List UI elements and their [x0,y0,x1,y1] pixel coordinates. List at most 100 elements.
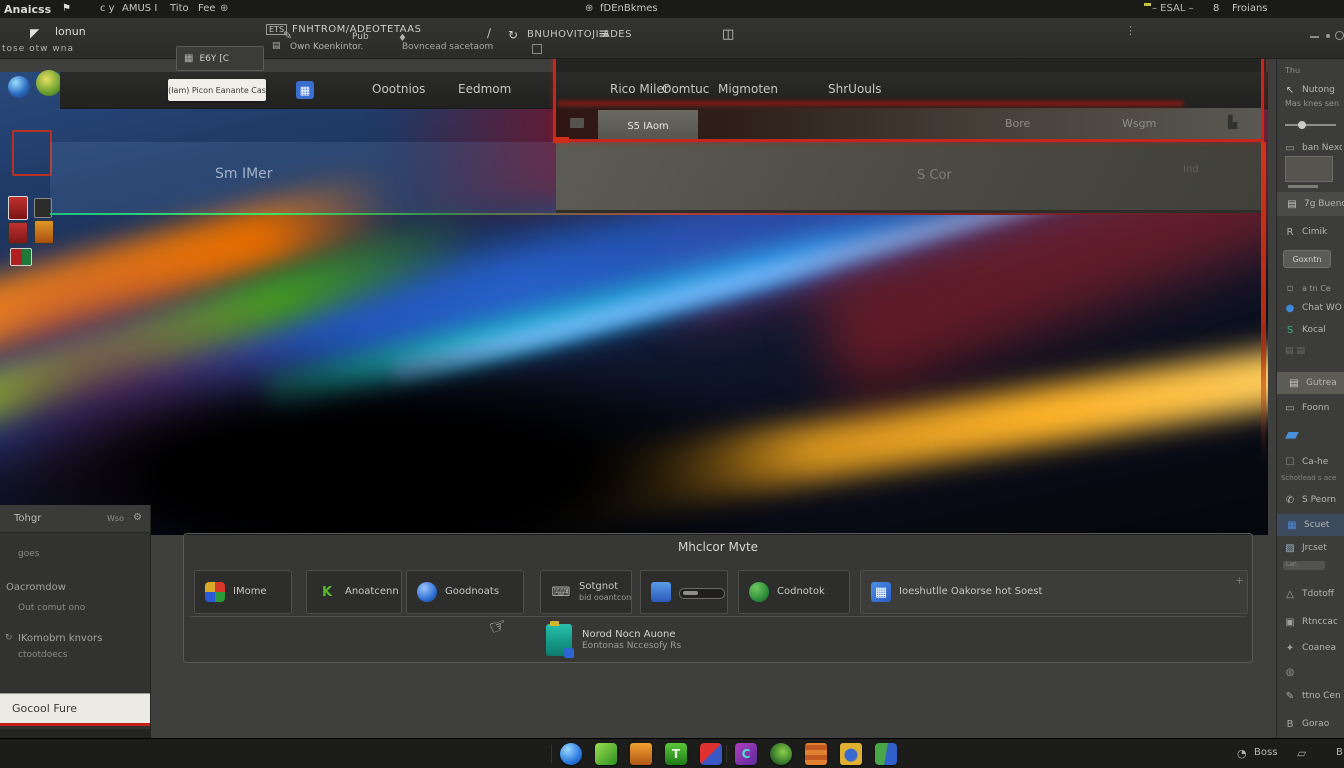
window-menu-item[interactable]: Eedmom [458,82,511,96]
sidebar-item[interactable]: ▦ Scuet [1277,514,1344,536]
sidebar-item-label: Schotlead s ace [1281,474,1336,482]
window-app-icon[interactable]: ▦ [296,81,314,99]
desktop-icon-orb-blue[interactable] [8,76,30,98]
checkbox-icon[interactable] [532,44,542,54]
sidebar-item[interactable]: △ Tdotoff [1283,584,1342,604]
left-panel-item[interactable]: goes [18,549,39,559]
desktop-icon-card-red2[interactable] [8,222,28,244]
overlay-app-card[interactable] [640,570,728,614]
sidebar-item[interactable] [1285,120,1336,130]
sidebar-item-icon: B [1283,719,1297,730]
sidebar-item[interactable]: Thu [1285,66,1300,75]
sidebar-item[interactable]: R Cimik [1283,222,1342,242]
streak-edge-line [50,213,1264,215]
sidebar-item-label: ttno Cen [1302,691,1341,701]
record-icon[interactable] [1335,31,1344,40]
stamp-icon[interactable]: ◫ [722,27,734,42]
left-panel-item[interactable]: Oacromdow [6,582,66,593]
sidebar-item-icon: ● [1283,303,1297,314]
clock-icon[interactable]: ◔ [1237,747,1247,760]
desktop-icon-card-orange[interactable] [34,220,54,244]
left-panel-footer-button[interactable]: Gocool Fure [0,693,150,726]
overlay-app-card[interactable]: ▦ Ioeshutlle Oakorse hot Soest [860,570,1248,614]
sidebar-item[interactable]: ▤▤ [1285,346,1308,356]
left-panel-item[interactable]: Out comut ono [18,603,85,613]
sidebar-item-icon: ↖ [1283,85,1297,96]
sidebar-item[interactable]: Goxntn [1283,250,1331,268]
gear-icon[interactable]: ⚙ [133,512,142,523]
desktop-icon-orb-green[interactable] [36,70,62,96]
left-panel-item[interactable]: ctootdoecs [18,650,67,660]
sidebar-item[interactable]: ▫ a tn Ce [1283,278,1342,298]
sidebar-item[interactable]: ▣ Rtnccac [1283,612,1342,632]
sidebar-item[interactable]: ▤ 7g Buendo [1277,192,1344,216]
desktop-icon-frame-red[interactable] [12,130,52,176]
taskbar-icon-folder-green[interactable] [595,743,617,765]
status-tick [1144,3,1151,6]
pencil-icon[interactable]: ∕ [487,26,491,40]
sidebar-item[interactable]: ▤ Gutrea [1277,372,1344,394]
taskbar-icon-folder-yellow[interactable] [840,743,862,765]
taskbar-icon-grid-orange[interactable] [805,743,827,765]
app-card-icon [205,582,225,602]
refresh-label[interactable]: BNUHOVITOJI ADES [527,29,632,40]
sidebar-item[interactable]: B Gorao [1283,714,1342,734]
overlay-app-card[interactable]: Codnotok [738,570,850,614]
sidebar-item[interactable]: ☐ Ca-he [1283,452,1342,472]
plus-icon[interactable]: ＋ [1235,574,1244,587]
menubar-right-label[interactable]: Froians [1232,3,1268,14]
sidebar-item[interactable]: ● Chat WO [1283,298,1342,318]
window-menu-item[interactable]: Oootnios [372,82,425,96]
desktop-icon-card-red[interactable] [8,196,28,220]
overlay-list-item[interactable]: Norod Nocn Auone Eontonas Nccesofy Rs [546,620,836,660]
sidebar-item[interactable]: ▭ Foonn [1283,398,1342,418]
taskbar-icon-split[interactable] [875,743,897,765]
cursor-tool-icon[interactable]: ◤ [30,26,39,40]
sidebar-item[interactable] [1285,156,1333,182]
taskbar-icon-green-app[interactable]: T [665,743,687,765]
window-white-button[interactable]: (Iam) Picon Eanante Cas [168,79,266,101]
sidebar-item-label: a tn Ce [1302,284,1331,293]
tray-photos-icon[interactable]: ▱ [1297,746,1306,760]
sidebar-item[interactable]: ▨ Jrcset [1283,538,1342,558]
overlay-app-card[interactable]: IMome [194,570,292,614]
refresh-icon[interactable]: ↻ [508,28,518,42]
sidebar-item[interactable]: ◍ [1283,662,1342,682]
menubar-item-4[interactable]: Fee [198,3,216,14]
taskbar-icon-swoosh[interactable] [770,743,792,765]
minimize-icon[interactable] [1310,36,1319,38]
more-options-icon[interactable]: ⋮ [1125,24,1136,37]
taskbar-icon-orange-card[interactable] [630,743,652,765]
sidebar-item[interactable]: ✆ S Peorn [1283,490,1342,510]
sidebar-item[interactable]: ▰ [1285,422,1299,446]
taskbar-icon-sphere[interactable] [560,743,582,765]
taskbar-icon-shield[interactable] [700,743,722,765]
menubar-item-2[interactable]: AMUS I [122,3,157,14]
sidebar-item-icon: ▭ [1283,403,1297,414]
sidebar-item[interactable]: Lan [1283,561,1325,570]
overlay-app-card[interactable]: Goodnoats [406,570,524,614]
sidebar-item-label: Nutong [1302,85,1335,95]
sidebar-item[interactable]: Schotlead s ace [1281,474,1336,482]
desktop-icon-card-split[interactable] [10,248,32,266]
desktop-header-bar: Sm IMer [50,142,556,213]
sidebar-item[interactable]: Mas knes sen [1285,99,1339,108]
taskbar-icon-media[interactable]: C [735,743,757,765]
left-panel-item[interactable]: IKomobrn knvors [18,633,102,644]
white-button-label: (Iam) Picon Eanante Cas [168,86,266,95]
sidebar-item[interactable]: ✎ ttno Cen [1283,686,1342,706]
menubar-item-1[interactable]: c y [100,3,115,14]
sidebar-item[interactable]: ↖ Nutong [1283,80,1342,100]
sidebar-item[interactable]: S Kocal [1283,320,1342,340]
menubar-item-3[interactable]: Tito [170,3,189,14]
taskbar-clock-label[interactable]: Boss [1254,747,1277,758]
overlay-app-card[interactable]: K Anoatcenn [306,570,402,614]
sidebar-item[interactable]: ✦ Coanea [1283,638,1342,658]
sidebar-item-icon: ▨ [1283,543,1297,554]
dropdown-button[interactable]: ▦ E6Y [C [176,46,264,71]
sidebar-item-icon: ▦ [1285,520,1299,531]
sidebar-item[interactable]: ▭ ban Nexolcan [1283,138,1342,158]
grid-icon: ▦ [184,53,193,64]
overlay-app-card[interactable]: ⌨ Sotgnot bid ooantconlot [540,570,632,614]
taskbar-right-label[interactable]: B [1336,747,1343,758]
